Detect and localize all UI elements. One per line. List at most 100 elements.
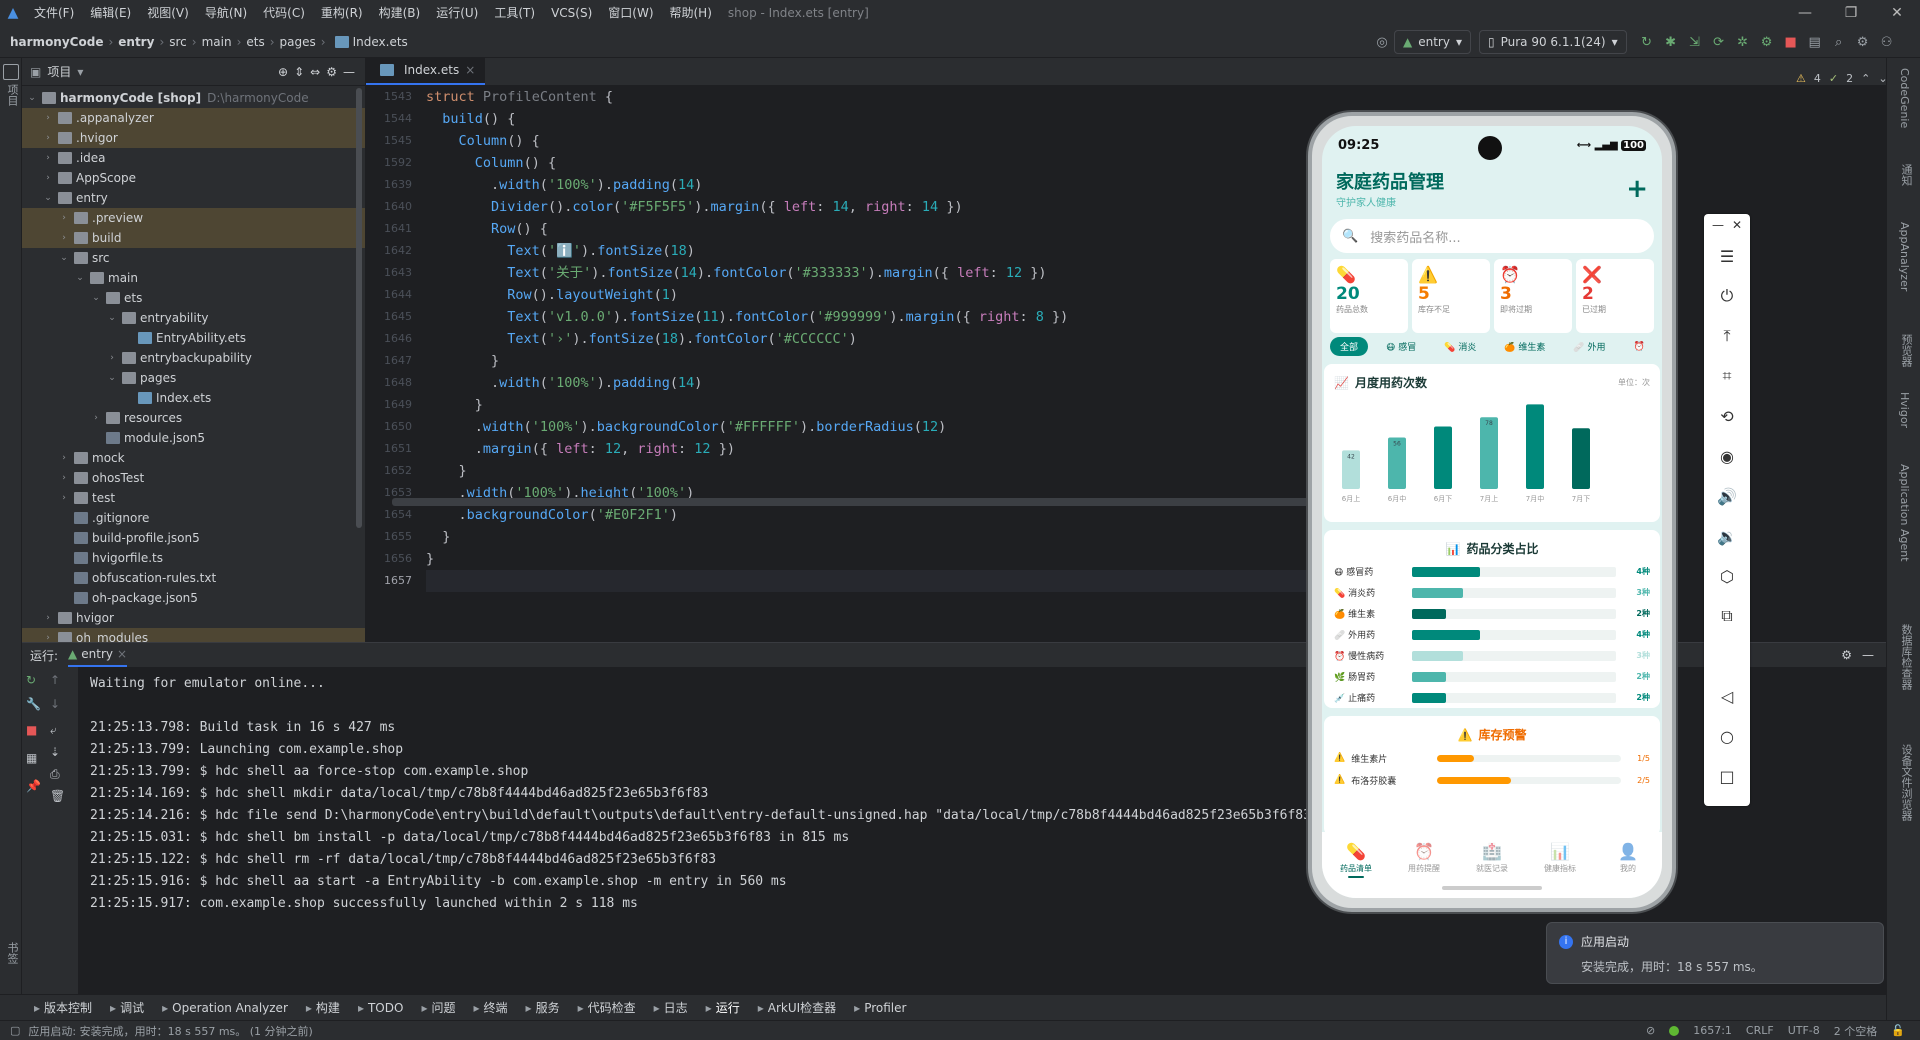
chevron-right-icon[interactable]: › xyxy=(42,153,54,163)
chevron-right-icon[interactable]: › xyxy=(42,113,54,123)
attach-icon[interactable]: ⇲ xyxy=(1683,30,1707,54)
menu-item[interactable]: 工具(T) xyxy=(486,0,543,26)
tree-item[interactable]: › entrybackupability xyxy=(22,348,365,368)
tree-item[interactable]: › AppScope xyxy=(22,168,365,188)
chevron-right-icon[interactable]: › xyxy=(58,233,70,243)
line-ending[interactable]: CRLF xyxy=(1746,1024,1774,1037)
bottom-tool-10[interactable]: ▸ 运行 xyxy=(706,999,740,1016)
breadcrumb-item[interactable]: entry xyxy=(118,35,154,49)
nav-item[interactable]: ⏰ 用药提醒 xyxy=(1394,842,1454,874)
tree-item[interactable]: Index.ets xyxy=(22,388,365,408)
right-tool-label[interactable]: Application Agent xyxy=(1898,464,1911,562)
nav-item[interactable]: 💊 药品清单 xyxy=(1326,842,1386,878)
right-tool-label[interactable]: Hvigor xyxy=(1898,392,1911,428)
add-medicine-button[interactable]: + xyxy=(1626,174,1648,204)
debug-icon[interactable]: ✱ xyxy=(1659,30,1683,54)
bottom-tool-2[interactable]: ▸ Operation Analyzer xyxy=(162,1001,288,1015)
breadcrumb-item[interactable]: ets xyxy=(246,35,264,49)
bottom-tool-8[interactable]: ▸ 代码检查 xyxy=(578,999,636,1016)
tree-item[interactable]: › resources xyxy=(22,408,365,428)
tree-item[interactable]: .gitignore xyxy=(22,508,365,528)
inspection-widget[interactable]: ⚠ 4 ✓ 2 ⌃ ⌄ xyxy=(1796,72,1888,85)
minimize-button[interactable]: — xyxy=(1782,0,1828,26)
notification-popup[interactable]: i 应用启动 安装完成，用时：18 s 557 ms。 xyxy=(1546,922,1884,984)
category-chip[interactable]: 全部 xyxy=(1330,337,1369,356)
chevron-right-icon[interactable]: › xyxy=(42,613,54,623)
bottom-tool-6[interactable]: ▸ 终端 xyxy=(473,999,507,1016)
home-indicator[interactable] xyxy=(1442,886,1542,890)
menu-item[interactable]: 文件(F) xyxy=(26,0,82,26)
breadcrumb-item[interactable]: pages xyxy=(280,35,316,49)
wrench-icon[interactable]: 🔧 xyxy=(26,697,41,711)
tree-item[interactable]: ⌄ harmonyCode [shop] D:\harmonyCode xyxy=(22,88,365,108)
menu-item[interactable]: 帮助(H) xyxy=(662,0,720,26)
device-select[interactable]: ▯ Pura 90 6.1.1(24) ▾ xyxy=(1479,30,1627,54)
chevron-down-icon[interactable]: ▾ xyxy=(77,65,83,79)
run-tab-entry[interactable]: ▲ entry × xyxy=(68,643,128,667)
close-icon[interactable]: × xyxy=(465,63,475,77)
rerun-icon[interactable]: ↻ xyxy=(26,673,36,687)
bottom-tool-1[interactable]: ▸ 调试 xyxy=(110,999,144,1016)
menu-item[interactable]: 重构(R) xyxy=(313,0,371,26)
tab-index-ets[interactable]: Index.ets × xyxy=(366,57,486,85)
cursor-position[interactable]: 1657:1 xyxy=(1693,1024,1732,1037)
close-icon[interactable]: × xyxy=(117,647,127,661)
hide-panel-icon[interactable]: — xyxy=(343,65,355,79)
tree-item[interactable]: oh-package.json5 xyxy=(22,588,365,608)
category-chip[interactable]: 😷 感冒 xyxy=(1376,337,1426,356)
rerun-icon[interactable]: ↻ xyxy=(1635,30,1659,54)
menu-item[interactable]: 导航(N) xyxy=(197,0,255,26)
tree-item[interactable]: hvigorfile.ts xyxy=(22,548,365,568)
back-icon[interactable]: ◁ xyxy=(1704,676,1750,716)
profile-icon[interactable]: ✲ xyxy=(1731,30,1755,54)
breadcrumb-item[interactable]: harmonyCode xyxy=(10,35,103,49)
bottom-tool-12[interactable]: ▸ Profiler xyxy=(854,1001,906,1015)
category-chip[interactable]: 💊 消炎 xyxy=(1434,337,1486,356)
stat-card[interactable]: ⚠️ 5 库存不足 xyxy=(1412,259,1490,333)
tree-item[interactable]: › .hvigor xyxy=(22,128,365,148)
menu-icon[interactable]: ☰ xyxy=(1704,236,1750,276)
category-row[interactable]: 😷 感冒药 4种 xyxy=(1334,561,1650,582)
bookmarks-tool-label[interactable]: 书签 xyxy=(4,942,20,964)
category-chip[interactable]: 🍊 维生素 xyxy=(1494,337,1555,356)
tree-item[interactable]: ⌄ ets xyxy=(22,288,365,308)
stat-card[interactable]: 💊 20 药品总数 xyxy=(1330,259,1408,333)
tree-item[interactable]: ⌄ pages xyxy=(22,368,365,388)
bottom-tool-9[interactable]: ▸ 日志 xyxy=(654,999,688,1016)
tree-scrollbar[interactable] xyxy=(356,88,362,528)
chevron-right-icon[interactable]: › xyxy=(58,453,70,463)
maximize-button[interactable]: ❐ xyxy=(1828,0,1874,26)
chevron-right-icon[interactable]: › xyxy=(58,213,70,223)
bottom-tool-5[interactable]: ▸ 问题 xyxy=(421,999,455,1016)
status-message[interactable]: 应用启动: 安装完成，用时：18 s 557 ms。 (1 分钟之前) xyxy=(28,1023,312,1039)
trash-icon[interactable]: 🗑 xyxy=(50,789,65,803)
volume-up-icon[interactable]: 🔊 xyxy=(1704,476,1750,516)
bottom-tool-4[interactable]: ▸ TODO xyxy=(358,1001,404,1015)
menu-item[interactable]: 视图(V) xyxy=(139,0,197,26)
collapse-all-icon[interactable]: ⇔ xyxy=(310,65,320,79)
tree-item[interactable]: ⌄ main xyxy=(22,268,365,288)
breadcrumb-item[interactable]: src xyxy=(169,35,187,49)
crop-icon[interactable]: ⌗ xyxy=(1704,356,1750,396)
menu-item[interactable]: 窗口(W) xyxy=(600,0,661,26)
tree-item[interactable]: module.json5 xyxy=(22,428,365,448)
tree-item[interactable]: › .idea xyxy=(22,148,365,168)
tree-item[interactable]: › .appanalyzer xyxy=(22,108,365,128)
gear-icon[interactable]: ⚙ xyxy=(1841,648,1852,662)
upload-icon[interactable]: ⤒ xyxy=(1704,316,1750,356)
category-row[interactable]: 🌿 肠胃药 2种 xyxy=(1334,666,1650,687)
right-tool-label[interactable]: 预览器 xyxy=(1898,334,1914,367)
category-row[interactable]: 💊 消炎药 3种 xyxy=(1334,582,1650,603)
tree-item[interactable]: › hvigor xyxy=(22,608,365,628)
reload-icon[interactable]: ⟳ xyxy=(1707,30,1731,54)
right-tool-label[interactable]: CodeGenie xyxy=(1898,68,1911,128)
settings-icon[interactable]: ⚙ xyxy=(1851,30,1875,54)
chevron-down-icon[interactable]: ⌄ xyxy=(26,93,38,103)
file-encoding[interactable]: UTF-8 xyxy=(1788,1024,1820,1037)
project-tool-icon[interactable] xyxy=(3,64,19,80)
locate-icon[interactable]: ⊕ xyxy=(278,65,288,79)
breadcrumb-item[interactable]: main xyxy=(202,35,232,49)
gear-icon[interactable]: ⚙ xyxy=(326,65,337,79)
tree-item[interactable]: › test xyxy=(22,488,365,508)
screenshot-icon[interactable]: ⧉ xyxy=(1704,596,1750,636)
